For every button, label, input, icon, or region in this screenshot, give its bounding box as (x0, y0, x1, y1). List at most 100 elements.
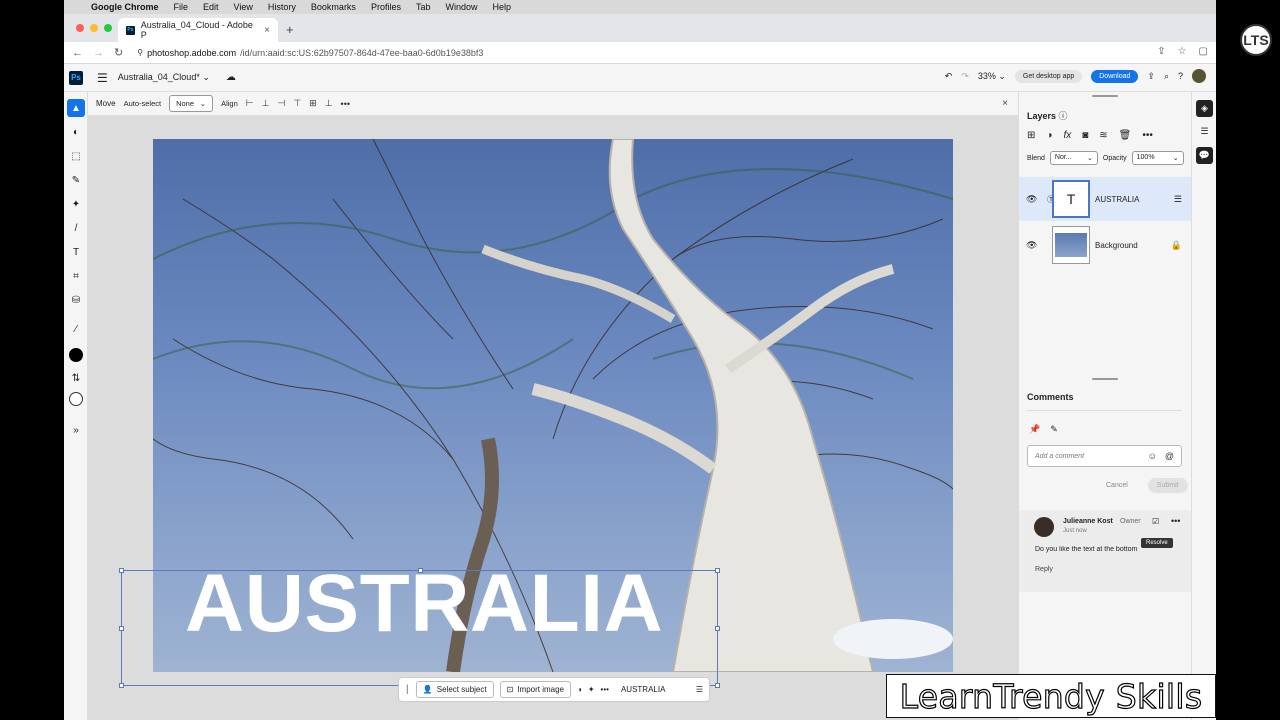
swap-colors-icon[interactable]: ⇅ (67, 369, 85, 387)
comment-card[interactable]: Julieanne Kost Owner Just now ☑ ••• Reso… (1019, 510, 1192, 592)
emoji-icon[interactable]: ☺ (1148, 451, 1157, 461)
download-button[interactable]: Download (1091, 69, 1139, 83)
align-right-icon[interactable]: ⊣ (277, 98, 285, 109)
mask-icon[interactable]: ◙ (1082, 130, 1088, 141)
zoom-window-button[interactable] (104, 24, 112, 32)
expand-toolbar-icon[interactable]: » (67, 421, 85, 439)
transform-handle[interactable] (715, 626, 720, 631)
adjustments-panel-icon[interactable]: ☰ (1196, 123, 1213, 140)
adjustment-layer-icon[interactable]: ◑ (1046, 130, 1052, 141)
minimize-window-button[interactable] (90, 24, 98, 32)
reply-link[interactable]: Reply (1035, 566, 1053, 573)
get-desktop-app-button[interactable]: Get desktop app (1014, 69, 1083, 83)
eyedropper-icon[interactable]: ⁄ (67, 320, 85, 338)
delete-layer-icon[interactable]: 🗑 (1119, 130, 1132, 141)
layer-row-background[interactable]: 👁 Background 🔒 (1019, 223, 1192, 267)
photoshop-logo[interactable]: Ps (69, 70, 83, 85)
share-document-icon[interactable]: ⇪ (1147, 71, 1155, 82)
align-middle-icon[interactable]: ⊞ (309, 98, 317, 109)
transform-handle[interactable] (715, 683, 720, 688)
object-select-tool-icon[interactable]: ⬚ (67, 147, 85, 165)
forward-icon[interactable]: → (93, 47, 104, 59)
transform-handle[interactable] (119, 568, 124, 573)
background-color-swatch[interactable] (67, 390, 85, 408)
cloud-save-icon[interactable]: ☁ (226, 72, 236, 83)
transform-handle[interactable] (715, 568, 720, 573)
paint-bucket-icon[interactable]: ⛁ (67, 291, 85, 309)
close-options-icon[interactable]: × (1002, 98, 1008, 109)
reload-icon[interactable]: ↻ (114, 46, 123, 59)
pencil-icon[interactable]: ✎ (1050, 424, 1058, 435)
pin-icon[interactable]: 📌 (1029, 424, 1040, 435)
align-center-h-icon[interactable]: ⊥ (262, 98, 270, 109)
properties-icon[interactable]: ☰ (696, 685, 703, 694)
layers-panel-icon[interactable]: ◈ (1196, 100, 1213, 117)
visibility-eye-icon[interactable]: 👁 (1026, 240, 1037, 251)
menu-help[interactable]: Help (492, 2, 511, 12)
back-icon[interactable]: ← (72, 47, 83, 59)
menu-icon[interactable]: ☰ (97, 71, 108, 85)
info-icon[interactable]: ⓘ (1059, 111, 1068, 121)
bookmark-star-icon[interactable]: ☆ (1178, 46, 1187, 57)
adjustment-brush-icon[interactable]: ◐ (67, 123, 85, 141)
layer-more-icon[interactable]: ••• (1142, 130, 1153, 141)
menu-file[interactable]: File (174, 2, 189, 12)
close-window-button[interactable] (76, 24, 84, 32)
add-comment-field[interactable]: Add a comment ☺ @ (1027, 445, 1182, 467)
align-left-icon[interactable]: ⊢ (246, 98, 254, 109)
site-info-icon[interactable]: ⚲ (137, 48, 143, 57)
align-bottom-icon[interactable]: ⊥ (325, 98, 333, 109)
foreground-color-swatch[interactable] (67, 346, 85, 364)
document-name[interactable]: Australia_04_Cloud* ⌄ (118, 72, 210, 83)
transform-handle[interactable] (119, 683, 124, 688)
select-subject-button[interactable]: 👤 Select subject (415, 681, 494, 698)
panel-resize-handle[interactable] (1092, 378, 1118, 380)
align-top-icon[interactable]: ⊤ (293, 98, 301, 109)
menu-tab[interactable]: Tab (416, 2, 431, 12)
opacity-dropdown[interactable]: 100% ⌄ (1131, 151, 1184, 165)
quick-select-tool-icon[interactable]: ✎ (67, 171, 85, 189)
adjustment-icon[interactable]: ◑ (577, 685, 582, 694)
blend-mode-dropdown[interactable]: Nor... ⌄ (1049, 151, 1098, 165)
type-tool-icon[interactable]: T (67, 243, 85, 261)
user-avatar[interactable] (1192, 69, 1206, 83)
menu-bookmarks[interactable]: Bookmarks (311, 2, 356, 12)
comments-panel-icon[interactable]: 💬 (1196, 147, 1213, 164)
visibility-eye-icon[interactable]: 👁 (1026, 194, 1037, 205)
menu-profiles[interactable]: Profiles (371, 2, 401, 12)
menubar-app-name[interactable]: Google Chrome (91, 2, 159, 12)
extensions-icon[interactable]: ▢ (1199, 46, 1208, 57)
resolve-checkbox-icon[interactable]: ☑ (1152, 517, 1159, 526)
cancel-button[interactable]: Cancel (1097, 478, 1137, 493)
new-tab-icon[interactable]: + (286, 22, 294, 37)
canvas-area[interactable]: AUSTRALIA ┃ 👤 Select subject ⊡ Import imag… (88, 116, 1018, 720)
stack-icon[interactable]: ≋ (1099, 130, 1107, 141)
submit-button[interactable]: Submit (1147, 478, 1188, 493)
more-actions-icon[interactable]: ••• (601, 685, 609, 694)
healing-brush-icon[interactable]: ✦ (67, 195, 85, 213)
comment-more-icon[interactable]: ••• (1171, 516, 1180, 526)
text-bounding-box[interactable] (119, 568, 720, 688)
transform-handle[interactable] (418, 568, 423, 573)
move-tool-icon[interactable]: ▲ (67, 99, 85, 117)
drag-handle-icon[interactable]: ┃ (405, 685, 410, 694)
fx-icon[interactable]: fx (1063, 130, 1071, 141)
mention-icon[interactable]: @ (1165, 451, 1174, 461)
profile-avatar[interactable]: LTS (1240, 24, 1272, 56)
url-field[interactable]: ⚲ photoshop.adobe.com/id/urn:aaid:sc:US:… (137, 48, 483, 58)
zoom-level[interactable]: 33% ⌄ (978, 71, 1006, 82)
layer-properties-icon[interactable]: ☰ (1174, 194, 1182, 205)
menu-view[interactable]: View (234, 2, 253, 12)
close-tab-icon[interactable]: × (264, 25, 270, 36)
redo-icon[interactable]: ↷ (961, 71, 969, 82)
more-options-icon[interactable]: ••• (341, 99, 350, 109)
share-icon[interactable]: ⇪ (1157, 46, 1165, 57)
menu-window[interactable]: Window (445, 2, 477, 12)
menu-history[interactable]: History (268, 2, 296, 12)
brush-tool-icon[interactable]: / (67, 219, 85, 237)
transform-handle[interactable] (119, 626, 124, 631)
auto-select-dropdown[interactable]: None ⌄ (169, 95, 214, 112)
help-icon[interactable]: ? (1178, 71, 1183, 81)
add-layer-icon[interactable]: ⊞ (1027, 130, 1035, 141)
generative-fill-icon[interactable]: ✦ (588, 685, 595, 694)
